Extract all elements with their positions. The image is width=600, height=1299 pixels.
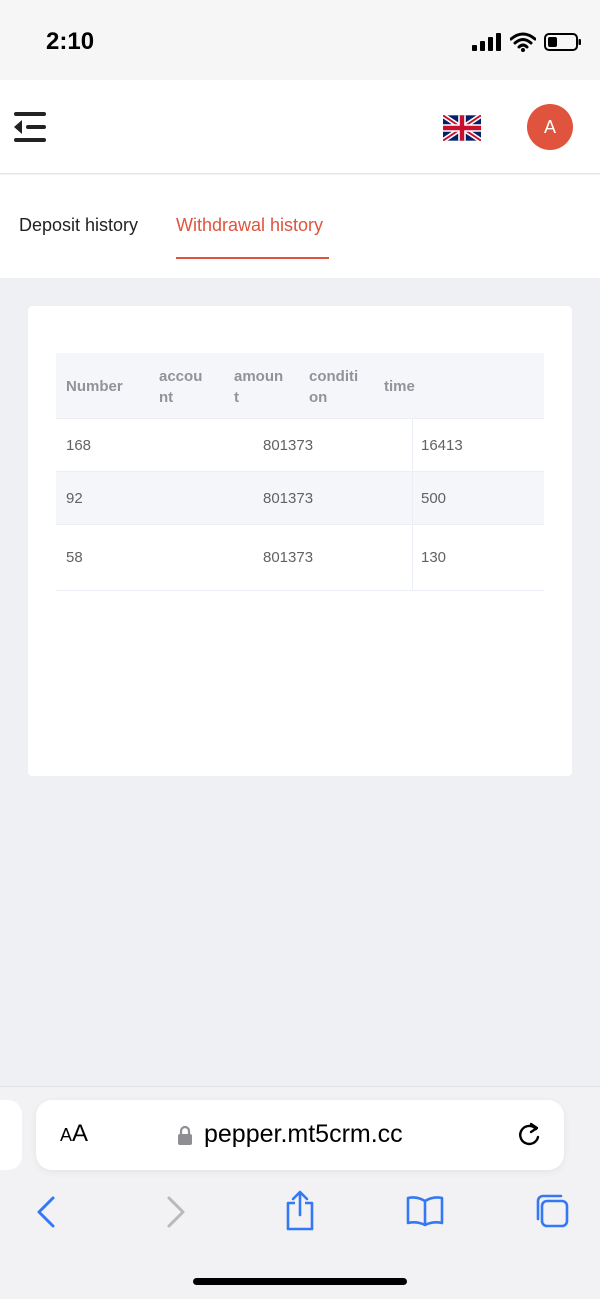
app-header: A (0, 80, 600, 174)
battery-icon (544, 33, 581, 51)
cell-number: 92 (66, 490, 83, 507)
cell-amount: 500 (421, 490, 447, 507)
column-divider (412, 472, 413, 524)
active-tab-indicator (176, 257, 329, 259)
status-icons (472, 32, 582, 52)
reload-icon[interactable] (514, 1120, 544, 1150)
column-header-time: time (384, 378, 415, 395)
history-tabs: Deposit history Withdrawal history (0, 175, 600, 278)
menu-collapse-icon[interactable] (12, 110, 48, 144)
signal-icon (472, 33, 501, 51)
back-icon[interactable] (34, 1195, 58, 1229)
tab-withdrawal-history[interactable]: Withdrawal history (176, 215, 323, 236)
withdrawal-table: Number accou nt amoun t conditi on time 168… (56, 353, 544, 591)
column-header-condition: conditi on (309, 368, 359, 406)
history-card: Number accou nt amoun t conditi on time 168… (28, 306, 572, 776)
table-row[interactable]: 92 801373 500 (56, 472, 544, 525)
cell-account: 801373 (263, 549, 314, 566)
table-row[interactable]: 58 801373 130 (56, 525, 544, 591)
wifi-icon (510, 32, 536, 52)
column-header-account: accou nt (159, 368, 203, 406)
column-divider (412, 419, 413, 471)
home-indicator (193, 1278, 407, 1285)
avatar[interactable]: A (527, 104, 573, 150)
column-divider (412, 525, 413, 590)
text-size-button[interactable]: AA (60, 1120, 88, 1148)
column-header-number: Number (66, 378, 123, 395)
share-icon[interactable] (284, 1189, 316, 1231)
previous-tab-preview[interactable] (0, 1100, 22, 1170)
address-bar[interactable]: AA pepper.mt5crm.cc (36, 1100, 564, 1170)
table-row[interactable]: 168 801373 16413 (56, 419, 544, 472)
cell-account: 801373 (263, 490, 314, 507)
table-header: Number accou nt amoun t conditi on time (56, 353, 544, 419)
forward-icon[interactable] (164, 1195, 188, 1229)
tabs-icon[interactable] (534, 1193, 570, 1229)
status-time: 2:10 (46, 28, 95, 55)
url-text[interactable]: pepper.mt5crm.cc (204, 1120, 403, 1149)
cell-account: 801373 (263, 437, 314, 454)
browser-bottom-bar: AA pepper.mt5crm.cc (0, 1086, 600, 1299)
cell-number: 58 (66, 549, 83, 566)
cell-number: 168 (66, 437, 92, 454)
cell-amount: 16413 (421, 437, 463, 454)
column-header-amount: amoun t (234, 368, 284, 406)
tab-deposit-history[interactable]: Deposit history (19, 215, 138, 236)
cell-amount: 130 (421, 549, 447, 566)
lock-icon (178, 1125, 192, 1145)
uk-flag-icon[interactable] (441, 113, 483, 143)
bookmarks-icon[interactable] (405, 1195, 445, 1227)
status-bar: 2:10 (0, 0, 600, 80)
